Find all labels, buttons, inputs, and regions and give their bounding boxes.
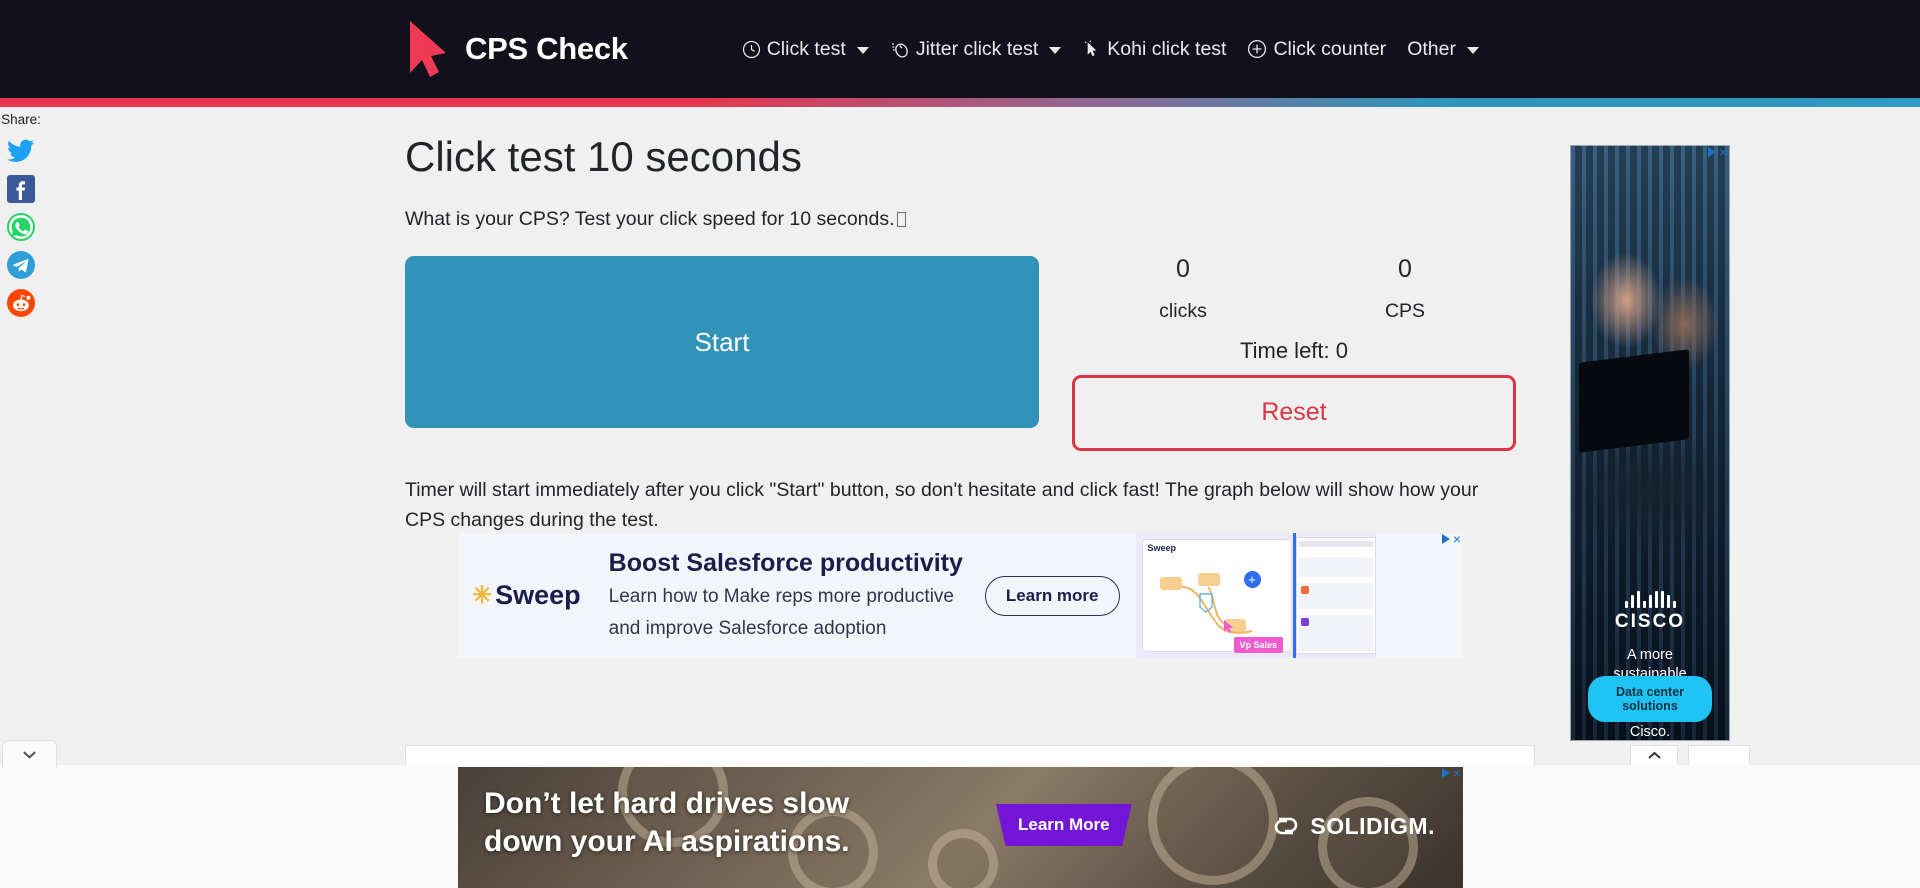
time-left-label: Time left: 0 (1240, 337, 1348, 363)
adchoices-control[interactable]: × (1441, 767, 1461, 780)
chevron-down-icon (1466, 47, 1479, 54)
nav-menu: Click test Jitter click test Kohi click … (742, 38, 1479, 61)
share-sidebar: Share: (0, 112, 42, 326)
nav-label: Click test (766, 37, 846, 60)
brand-name: CPS Check (465, 31, 628, 66)
sweep-advertisement[interactable]: × ✳ Sweep Boost Salesforce productivity … (458, 533, 1463, 658)
nav-label: Jitter click test (915, 37, 1039, 60)
main-content: Click test 10 seconds What is your CPS? … (405, 107, 1535, 536)
gear-decor (928, 829, 998, 888)
start-button[interactable]: Start (405, 256, 1039, 429)
reddit-icon[interactable] (6, 288, 36, 318)
cisco-copy-line-5: Cisco. (1629, 723, 1671, 740)
cisco-bars-icon (1571, 591, 1729, 608)
nav-label: Other (1407, 37, 1456, 60)
chevron-down-icon (1049, 47, 1062, 54)
nav-item-jitter-click-test[interactable]: Jitter click test (890, 37, 1062, 61)
solidigm-brand: SOLIDIGM. (1310, 812, 1435, 839)
whatsapp-icon[interactable] (6, 212, 36, 242)
clicks-label: clicks (1159, 299, 1207, 322)
share-label: Share: (1, 112, 41, 127)
sweep-logo: ✳ Sweep (472, 580, 581, 611)
sweep-star-icon: ✳ (472, 582, 493, 609)
sweep-line-1: Learn how to Make reps more productive (608, 586, 954, 608)
nav-item-click-counter[interactable]: Click counter (1247, 38, 1386, 61)
solidigm-mark-icon (1275, 817, 1298, 835)
adchoices-icon[interactable] (1707, 147, 1716, 157)
solidigm-line-2: down your AI aspirations. (484, 824, 850, 858)
sweep-brand: Sweep (495, 580, 581, 610)
collapse-sidebar-tab[interactable] (2, 740, 57, 768)
sweep-line-2: and improve Salesforce adoption (608, 618, 887, 639)
chevron-down-icon (856, 47, 869, 54)
nav-item-other[interactable]: Other (1407, 38, 1479, 61)
close-icon[interactable]: × (1719, 146, 1727, 159)
solidigm-logo: SOLIDIGM. (1271, 811, 1435, 841)
clicks-stat: 0 clicks (1072, 256, 1294, 323)
cursor-arrow-icon (410, 21, 446, 77)
cisco-brand: CISCO (1614, 611, 1686, 632)
solidigm-learn-more-button[interactable]: Learn More (996, 804, 1132, 846)
chevron-down-icon (23, 751, 36, 759)
plus-circle-icon (1247, 39, 1267, 59)
adchoices-icon[interactable] (1441, 534, 1450, 544)
expand-panel-tab[interactable] (1630, 745, 1678, 765)
clock-icon (742, 40, 761, 59)
mouse-jitter-icon (890, 39, 910, 59)
sweep-art-badge: Vp Sales (1233, 637, 1284, 653)
missing-glyph-icon (896, 212, 906, 228)
nav-label: Click counter (1273, 37, 1387, 60)
chevron-up-icon (1647, 751, 1661, 759)
telegram-icon[interactable] (6, 250, 36, 280)
close-icon[interactable]: × (1453, 767, 1461, 780)
nav-item-kohi-click-test[interactable]: Kohi click test (1082, 38, 1226, 61)
cisco-copy-line-1: A more (1627, 647, 1673, 663)
sweep-headline: Boost Salesforce productivity (608, 549, 963, 578)
test-panel: Start 0 clicks 0 CPS Time left: 0 Reset (405, 256, 1535, 451)
facebook-icon[interactable] (6, 174, 36, 204)
cisco-advertisement[interactable]: × CISCO A more sustainable data center? … (1570, 145, 1730, 741)
twitter-icon[interactable] (6, 136, 36, 166)
stats-row: 0 clicks 0 CPS (1072, 256, 1516, 323)
sweep-copy: Boost Salesforce productivity Learn how … (609, 549, 963, 641)
accent-gradient-bar (0, 98, 1920, 107)
cps-label: CPS (1384, 299, 1426, 322)
page-title: Click test 10 seconds (405, 133, 802, 180)
cursor-click-icon (1082, 39, 1101, 59)
solidigm-line-1: Don’t let hard drives slow (484, 787, 850, 820)
adchoices-control[interactable]: × (1707, 146, 1727, 159)
cisco-laptop-graphic (1579, 349, 1689, 453)
instructions-text: Timer will start immediately after you c… (405, 478, 1479, 531)
reset-button[interactable]: Reset (1072, 374, 1516, 451)
close-icon[interactable]: × (1453, 533, 1461, 546)
solidigm-copy: Don’t let hard drives slow down your AI … (484, 785, 850, 861)
sweep-learn-more-button[interactable]: Learn more (984, 575, 1120, 616)
brand-logo[interactable]: CPS Check (405, 18, 628, 80)
cisco-logo: CISCO (1571, 591, 1729, 633)
cisco-cta-button[interactable]: Data center solutions (1588, 676, 1712, 722)
cps-stat: 0 CPS (1294, 256, 1516, 323)
stats-column: 0 clicks 0 CPS Time left: 0 Reset (1072, 256, 1516, 451)
solidigm-advertisement[interactable]: × Don’t let hard drives slow down your A… (458, 767, 1463, 888)
sweep-art-brand: Sweep (1147, 543, 1177, 553)
lower-panel-right-stub (1688, 745, 1750, 765)
adchoices-control[interactable]: × (1441, 533, 1461, 546)
adchoices-icon[interactable] (1441, 768, 1450, 778)
cps-value: 0 (1398, 255, 1412, 284)
top-navbar: CPS Check Click test Jitter click test K… (0, 0, 1920, 98)
lower-content-panel (405, 745, 1535, 765)
clicks-value: 0 (1176, 255, 1190, 284)
page-subtitle: What is your CPS? Test your click speed … (405, 208, 1535, 231)
page-subtitle-text: What is your CPS? Test your click speed … (405, 208, 895, 231)
nav-item-click-test[interactable]: Click test (742, 38, 869, 61)
nav-label: Kohi click test (1107, 37, 1227, 60)
gear-decor (1148, 767, 1278, 885)
sweep-ad-artwork: Sweep + Vp Sales (1135, 533, 1376, 658)
